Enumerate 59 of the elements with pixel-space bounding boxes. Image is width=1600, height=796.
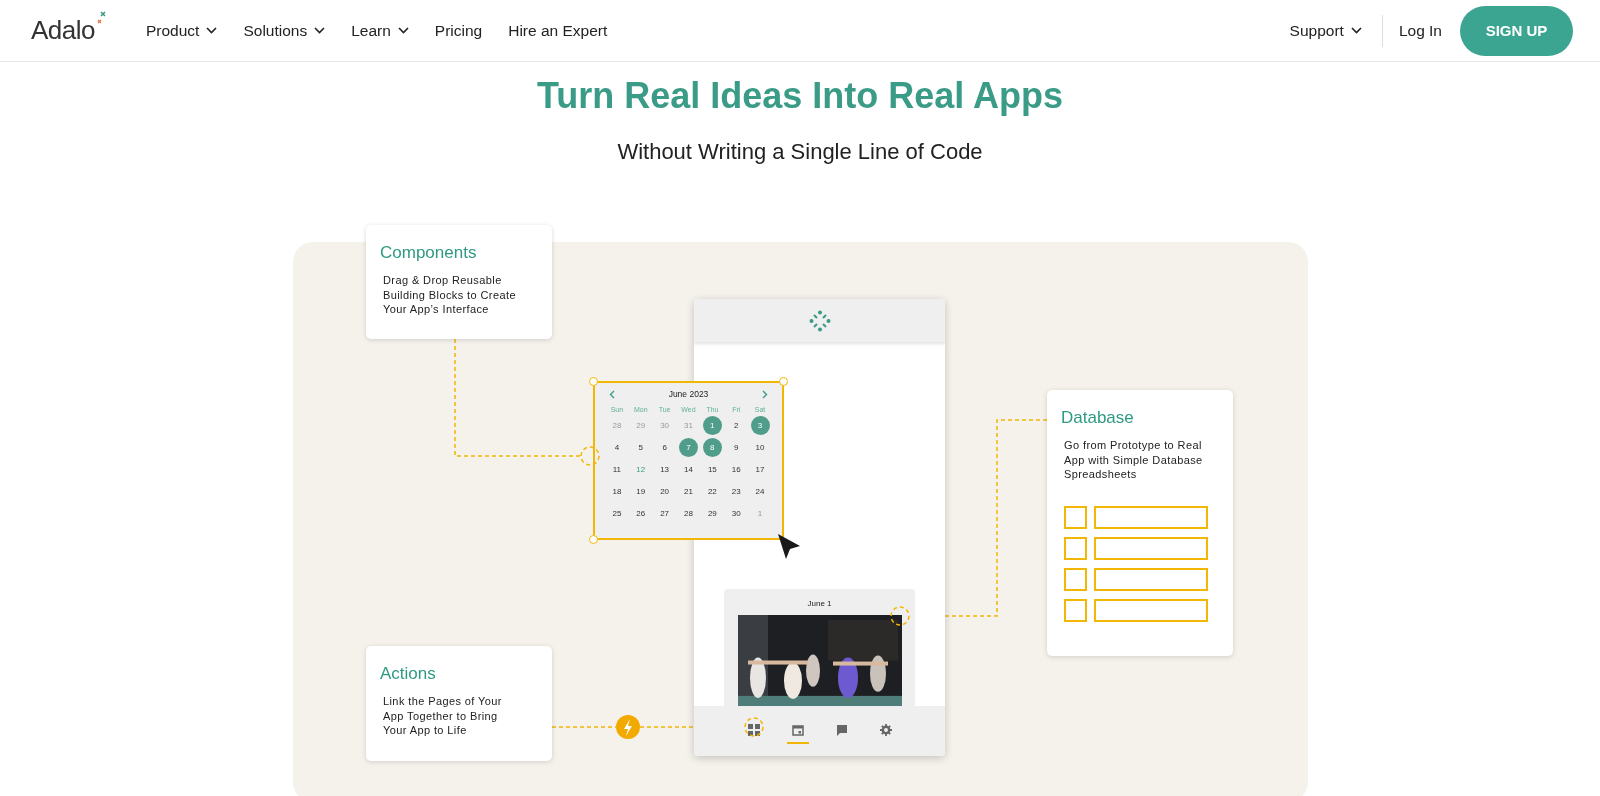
- calendar-month: June 2023: [668, 389, 709, 399]
- calendar-icon: [791, 724, 804, 736]
- caret-icon: [314, 27, 326, 34]
- card-text: Link the Pages of Your App Together to Bring Your App to Life: [383, 694, 503, 738]
- calendar-day[interactable]: 29: [702, 504, 722, 523]
- calendar-day[interactable]: 13: [655, 460, 675, 479]
- chevron-right-icon[interactable]: [762, 389, 768, 399]
- settings-icon: [879, 724, 892, 736]
- caret-icon: [1350, 27, 1362, 34]
- logo[interactable]: Adalo: [31, 15, 95, 46]
- anchor-ring: [890, 606, 910, 626]
- caret-icon: [206, 27, 218, 34]
- login-link[interactable]: Log In: [1398, 21, 1442, 40]
- card-text: Drag & Drop Reusable Building Blocks to Create Your App’s Interface: [383, 273, 517, 317]
- calendar-day[interactable]: 17: [750, 460, 770, 479]
- calendar-day[interactable]: 22: [702, 482, 722, 501]
- calendar-day[interactable]: 18: [607, 482, 627, 501]
- calendar-day[interactable]: 2: [726, 416, 746, 435]
- anchor-ring: [744, 717, 764, 737]
- calendar-day[interactable]: 28: [679, 504, 698, 523]
- calendar-day[interactable]: 19: [631, 482, 651, 501]
- calendar-day[interactable]: 14: [679, 460, 698, 479]
- chevron-left-icon[interactable]: [609, 389, 615, 399]
- caret-icon: [397, 27, 409, 34]
- logo-icon: [808, 309, 831, 332]
- grid-icon: [747, 724, 760, 736]
- sparkle-icon: [96, 11, 108, 25]
- chat-icon: [835, 724, 848, 736]
- event-title: June 1: [807, 599, 832, 608]
- cursor-icon: [778, 534, 800, 559]
- calendar-day[interactable]: 5: [631, 438, 651, 457]
- calendar-day[interactable]: 23: [726, 482, 746, 501]
- calendar-day[interactable]: 16: [726, 460, 746, 479]
- nav-link[interactable]: Product: [146, 21, 218, 40]
- nav-link[interactable]: Solutions: [243, 21, 326, 40]
- nav-link[interactable]: Learn: [351, 21, 409, 40]
- card-title: Actions: [380, 664, 437, 684]
- calendar-day[interactable]: 6: [655, 438, 675, 457]
- card-title: Components: [380, 243, 478, 263]
- card-text: Go from Prototype to Real App with Simple Database Spreadsheets: [1064, 438, 1204, 482]
- hero-subtitle: Without Writing a Single Line of Code: [616, 139, 984, 165]
- calendar-day[interactable]: 15: [702, 460, 722, 479]
- nav-link[interactable]: Hire an Expert: [508, 21, 608, 40]
- card-title: Database: [1061, 408, 1135, 428]
- support-menu[interactable]: Support: [1289, 21, 1362, 40]
- calendar-day[interactable]: 30: [726, 504, 746, 523]
- calendar-day[interactable]: 10: [750, 438, 770, 457]
- bolt-icon: [616, 715, 640, 739]
- calendar-day[interactable]: 11: [607, 460, 627, 479]
- calendar-day[interactable]: 21: [679, 482, 698, 501]
- calendar-day[interactable]: 20: [655, 482, 675, 501]
- nav-link[interactable]: Pricing: [434, 21, 483, 40]
- calendar-day[interactable]: 9: [726, 438, 746, 457]
- calendar-day[interactable]: 27: [655, 504, 675, 523]
- calendar-day[interactable]: 4: [607, 438, 627, 457]
- calendar-day[interactable]: 26: [631, 504, 651, 523]
- calendar-day[interactable]: 25: [607, 504, 627, 523]
- calendar-day[interactable]: 24: [750, 482, 770, 501]
- hero-title: Turn Real Ideas Into Real Apps: [535, 75, 1065, 117]
